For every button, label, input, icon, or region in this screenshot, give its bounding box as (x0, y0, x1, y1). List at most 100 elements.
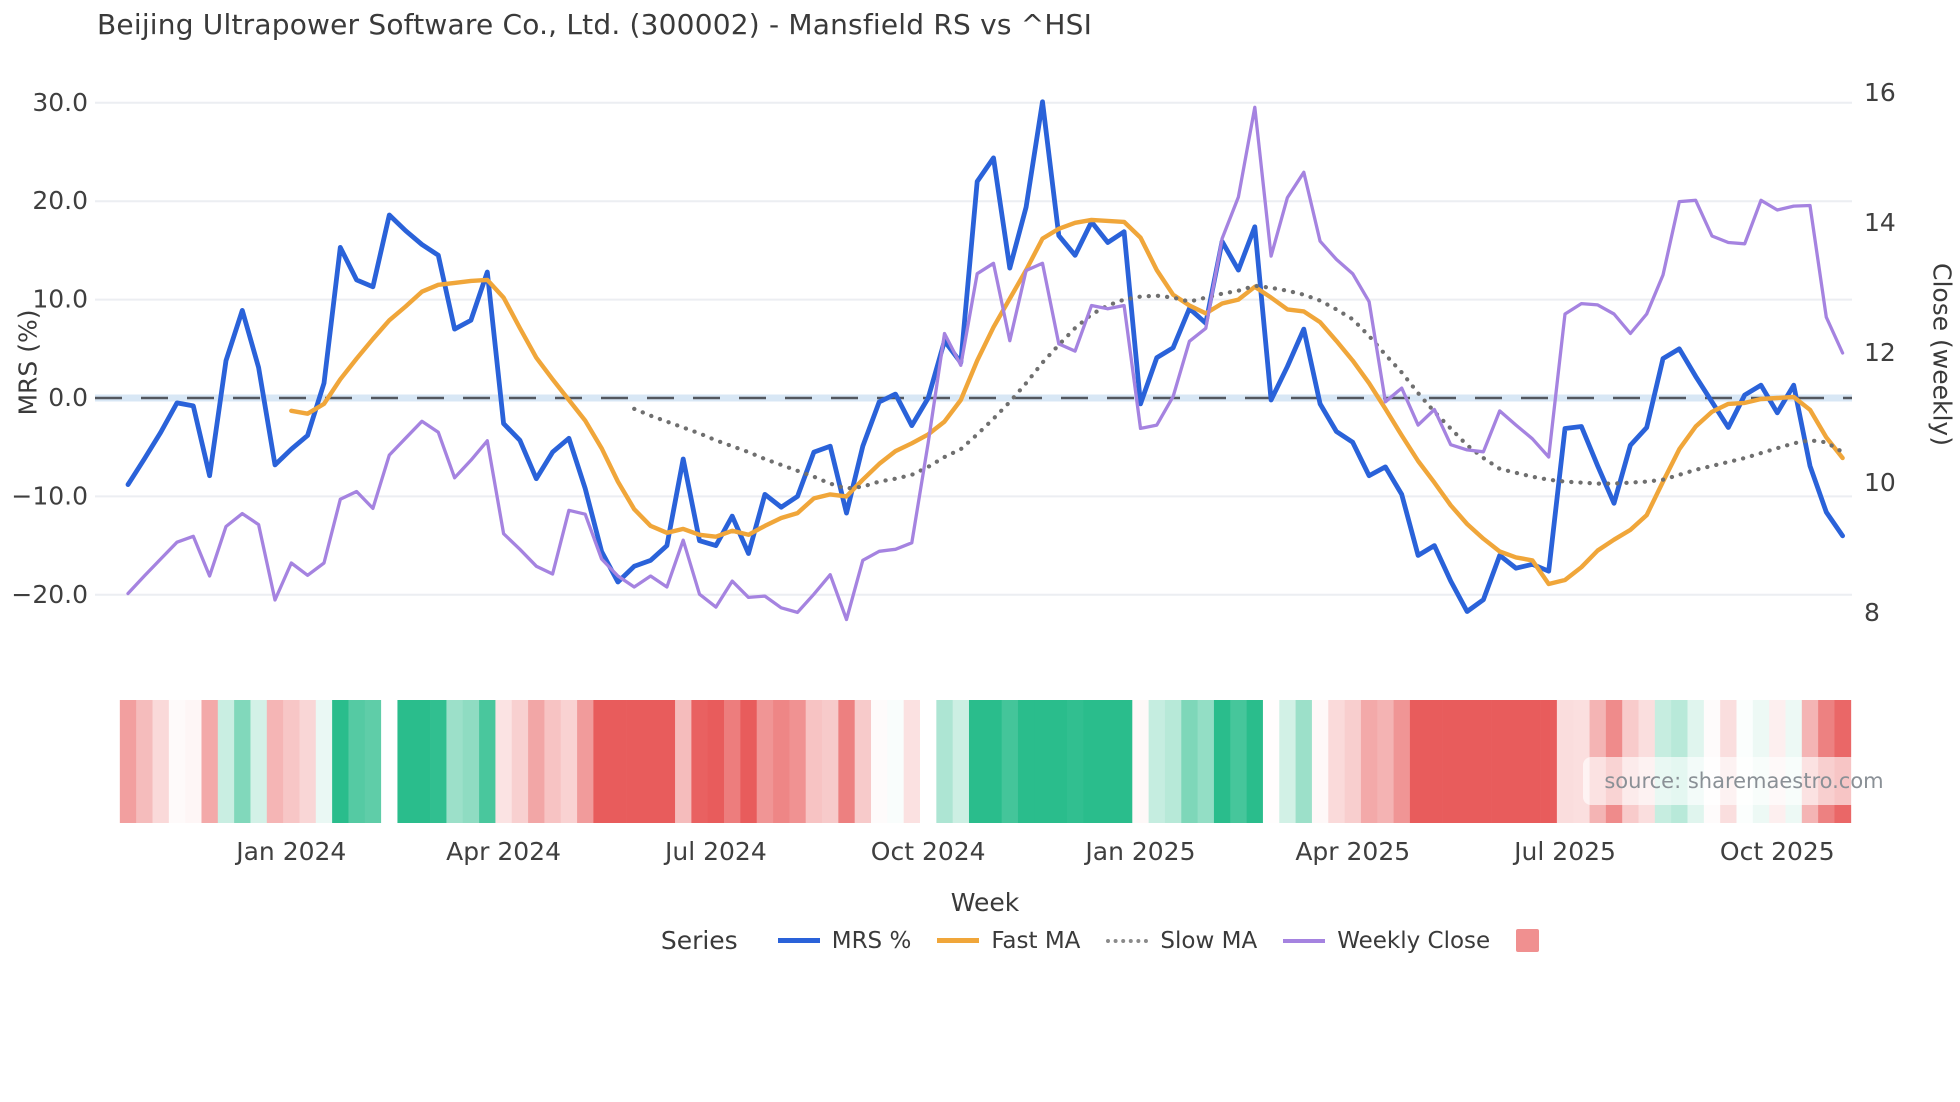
heatmap-week-cell (642, 700, 660, 823)
heatmap-week-cell (185, 700, 202, 823)
heatmap-week-cell (1246, 700, 1264, 823)
heatmap-week-cell (838, 700, 856, 823)
heatmap-week-cell (446, 700, 464, 823)
heatmap-week-cell (217, 700, 235, 823)
heatmap-week-cell (822, 700, 839, 823)
heatmap-week-cell (234, 700, 251, 823)
heatmap-week-cell (1262, 700, 1280, 823)
left-tick-label: 20.0 (32, 186, 88, 215)
heatmap-week-cell (1328, 700, 1345, 823)
source-note: source: sharemaestro.com (1583, 757, 1905, 805)
heatmap-week-cell (560, 700, 578, 823)
heatmap-week-cell (952, 700, 970, 823)
heatmap-week-cell (887, 700, 905, 823)
heatmap-week-cell (332, 700, 349, 823)
heatmap-week-cell (119, 700, 137, 823)
legend-label: Slow MA (1160, 927, 1258, 954)
heatmap-week-cell (756, 700, 774, 823)
heatmap-week-cell (854, 700, 872, 823)
right-tick-label: 8 (1864, 598, 1880, 627)
heatmap-week-cell (740, 700, 758, 823)
x-tick-label: Jul 2025 (1512, 837, 1616, 866)
heatmap-week-cell (1017, 700, 1035, 823)
x-axis-title: Week (950, 888, 1020, 917)
heatmap-week-cell (707, 700, 725, 823)
heatmap-week-cell (1213, 700, 1231, 823)
heatmap-week-cell (577, 700, 594, 823)
legend-item: Fast MA (937, 928, 1080, 954)
left-tick-label: −10.0 (11, 481, 88, 510)
heatmap-week-cell (985, 700, 1003, 823)
heatmap-week-cell (283, 700, 300, 823)
heatmap-week-cell (1311, 700, 1329, 823)
heatmap-week-cell (691, 700, 709, 823)
heatmap-week-cell (1507, 700, 1525, 823)
x-tick-label: Apr 2025 (1295, 837, 1410, 866)
heatmap-week-cell (315, 700, 333, 823)
x-tick-label: Jul 2024 (663, 837, 767, 866)
heatmap-week-cell (528, 700, 545, 823)
heatmap-week-cell (381, 700, 398, 823)
heatmap-week-cell (1409, 700, 1427, 823)
heatmap-week-cell (1426, 700, 1443, 823)
heatmap-week-cell (1034, 700, 1051, 823)
heatmap-week-cell (1230, 700, 1247, 823)
heatmap-week-cell (1442, 700, 1460, 823)
heatmap-week-cell (724, 700, 741, 823)
series-fast-ma (289, 217, 1845, 587)
legend-line-swatch (1106, 938, 1149, 943)
heatmap-week-cell (299, 700, 317, 823)
heatmap-week-cell (413, 700, 431, 823)
legend-label: Fast MA (991, 927, 1081, 954)
left-tick-label: −20.0 (11, 580, 88, 609)
heatmap-week-cell (1540, 700, 1558, 823)
heatmap-week-cell (1001, 700, 1019, 823)
right-tick-label: 16 (1864, 78, 1896, 107)
series-weekly-close (126, 105, 1845, 622)
heatmap-week-cell (1524, 700, 1541, 823)
heatmap-week-cell (1099, 700, 1117, 823)
legend-line-swatch (937, 938, 980, 943)
heatmap-week-cell (348, 700, 366, 823)
heatmap-week-cell (1377, 700, 1394, 823)
heatmap-week-cell (675, 700, 692, 823)
legend-title: Series (660, 926, 738, 955)
heatmap-week-cell (1050, 700, 1068, 823)
heatmap-week-cell (968, 700, 986, 823)
legend-heatmap-patch (1516, 929, 1540, 952)
heatmap-week-cell (1344, 700, 1362, 823)
left-tick-label: 10.0 (32, 285, 88, 314)
x-tick-label: Jan 2025 (1083, 837, 1195, 866)
heatmap-week-cell (626, 700, 643, 823)
heatmap-week-cell (1279, 700, 1296, 823)
heatmap-week-cell (544, 700, 562, 823)
legend-line-swatch (1283, 938, 1326, 943)
heatmap-week-cell (789, 700, 807, 823)
heatmap-week-cell (168, 700, 186, 823)
heatmap-week-cell (1066, 700, 1084, 823)
heatmap-week-cell (805, 700, 823, 823)
legend-item (1516, 929, 1540, 952)
heatmap-week-cell (1295, 700, 1313, 823)
heatmap-week-cell (1393, 700, 1411, 823)
legend-item: MRS % (777, 928, 911, 954)
x-tick-label: Oct 2024 (871, 837, 986, 866)
heatmap-week-cell (1491, 700, 1509, 823)
heatmap-week-cell (609, 700, 627, 823)
heatmap-week-cell (1197, 700, 1215, 823)
heatmap-week-cell (1181, 700, 1198, 823)
right-tick-label: 10 (1864, 468, 1896, 497)
legend: Series MRS % Fast MA Slow MA Weekly Close (0, 926, 1960, 955)
heatmap-week-cell (152, 700, 170, 823)
heatmap-week-cell (1132, 700, 1149, 823)
heatmap-week-cell (1458, 700, 1476, 823)
heatmap-week-cell (1115, 700, 1133, 823)
heatmap-week-cell (1164, 700, 1182, 823)
heatmap-week-cell (495, 700, 513, 823)
heatmap-week-cell (364, 700, 382, 823)
heatmap-week-cell (1083, 700, 1100, 823)
series-mrs- (125, 99, 1845, 614)
heatmap-week-cell (511, 700, 529, 823)
heatmap-week-cell (201, 700, 219, 823)
heatmap-week-cell (920, 700, 937, 823)
